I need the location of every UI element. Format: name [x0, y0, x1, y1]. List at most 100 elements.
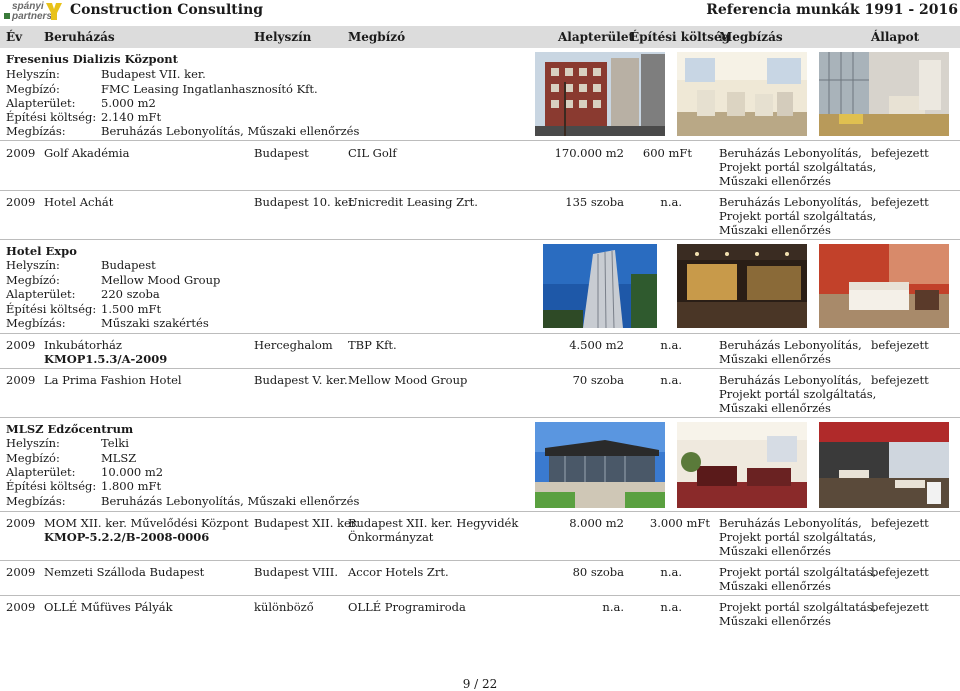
photo-lobby: [819, 52, 949, 136]
value-megbizas: Műszaki szakértés: [101, 316, 209, 330]
logo-dot-icon: [4, 13, 10, 19]
cell-beruhazas: Golf Akadémia: [44, 146, 130, 160]
cell-alapterulet: 70 szoba: [572, 373, 624, 387]
value-megbizas: Beruházás Lebonyolítás, Műszaki ellenőrz…: [101, 494, 360, 508]
divider: [0, 333, 960, 334]
cell-allapot: befejezett: [871, 516, 929, 530]
cell-megbizas-3: Műszaki ellenőrzés: [719, 223, 831, 237]
col-alapterulet: Alapterület: [558, 30, 634, 44]
cell-allapot: befejezett: [871, 373, 929, 387]
label-koltseg: Építési költség:: [6, 302, 97, 316]
cell-alapterulet: 4.500 m2: [569, 338, 624, 352]
value-koltseg: 1.800 mFt: [101, 479, 162, 493]
cell-megbizas-1: Beruházás Lebonyolítás,: [719, 195, 862, 209]
col-megbizo: Megbízó: [348, 30, 406, 44]
cell-alapterulet: 135 szoba: [565, 195, 624, 209]
cell-megbizo: Mellow Mood Group: [348, 373, 468, 387]
col-koltseg: Építési költség: [630, 30, 730, 44]
divider: [0, 595, 960, 596]
divider: [0, 560, 960, 561]
cell-beruhazas: OLLÉ Műfüves Pályák: [44, 600, 173, 614]
photo-clinic-room: [677, 52, 807, 136]
cell-megbizas-3: Műszaki ellenőrzés: [719, 544, 831, 558]
value-koltseg: 1.500 mFt: [101, 302, 162, 316]
page-number: 9 / 22: [462, 677, 498, 691]
cell-allapot: befejezett: [871, 338, 929, 352]
logo-mark-icon: [44, 1, 64, 21]
col-megbizas: Megbízás: [719, 30, 783, 44]
cell-ev: 2009: [6, 146, 36, 160]
value-koltseg: 2.140 mFt: [101, 110, 162, 124]
cell-helyszin: Budapest XII. ker.: [254, 516, 359, 530]
label-megbizo: Megbízó:: [6, 82, 60, 96]
cell-megbizas-3: Műszaki ellenőrzés: [719, 401, 831, 415]
photo-hotel-bar: [677, 244, 807, 328]
cell-helyszin: Budapest V. ker.: [254, 373, 348, 387]
cell-beruhazas: MOM XII. ker. Művelődési Központ: [44, 516, 249, 530]
cell-koltseg: 600 mFt: [642, 146, 692, 160]
col-beruhazas: Beruházás: [44, 30, 115, 44]
cell-allapot: befejezett: [871, 565, 929, 579]
cell-megbizas-1: Beruházás Lebonyolítás,: [719, 373, 862, 387]
value-helyszin: Budapest VII. ker.: [101, 67, 206, 81]
cell-megbizas-2: Műszaki ellenőrzés: [719, 614, 831, 628]
divider: [0, 140, 960, 141]
cell-megbizas-2: Projekt portál szolgáltatás,: [719, 209, 877, 223]
header-right-title: Referencia munkák 1991 - 2016: [706, 2, 958, 18]
cell-helyszin: Budapest VIII.: [254, 565, 339, 579]
cell-allapot: befejezett: [871, 146, 929, 160]
cell-megbizas-1: Projekt portál szolgáltatás,: [719, 565, 877, 579]
cell-megbizas-2: Projekt portál szolgáltatás,: [719, 530, 877, 544]
value-megbizo: Mellow Mood Group: [101, 273, 221, 287]
label-megbizo: Megbízó:: [6, 273, 60, 287]
photo-lounge: [677, 422, 807, 508]
col-ev: Év: [6, 30, 23, 44]
cell-megbizas-2: Műszaki ellenőrzés: [719, 352, 831, 366]
cell-ev: 2009: [6, 338, 36, 352]
cell-ev: 2009: [6, 195, 36, 209]
cell-koltseg: n.a.: [660, 195, 682, 209]
photo-hotel-tower: [543, 244, 657, 328]
label-alapterulet: Alapterület:: [6, 96, 76, 110]
value-megbizo: MLSZ: [101, 451, 137, 465]
col-helyszin: Helyszín: [254, 30, 312, 44]
cell-koltseg: n.a.: [660, 338, 682, 352]
cell-ev: 2009: [6, 600, 36, 614]
value-alapterulet: 10.000 m2: [101, 465, 164, 479]
divider: [0, 239, 960, 240]
cell-allapot: befejezett: [871, 195, 929, 209]
divider: [0, 190, 960, 191]
cell-koltseg: n.a.: [660, 373, 682, 387]
cell-megbizo: CIL Golf: [348, 146, 397, 160]
cell-project-code: KMOP-5.2.2/B-2008-0006: [44, 530, 210, 544]
cell-koltseg: n.a.: [660, 600, 682, 614]
cell-megbizo-line-2: Önkormányzat: [348, 530, 434, 544]
divider: [0, 511, 960, 512]
cell-megbizas-1: Projekt portál szolgáltatás,: [719, 600, 877, 614]
cell-alapterulet: n.a.: [602, 600, 624, 614]
cell-alapterulet: 8.000 m2: [569, 516, 624, 530]
value-megbizo: FMC Leasing Ingatlanhasznosító Kft.: [101, 82, 318, 96]
label-koltseg: Építési költség:: [6, 110, 97, 124]
photo-restaurant: [819, 422, 949, 508]
label-helyszin: Helyszín:: [6, 258, 60, 272]
cell-megbizas-1: Beruházás Lebonyolítás,: [719, 146, 862, 160]
cell-megbizas-3: Műszaki ellenőrzés: [719, 174, 831, 188]
cell-beruhazas: Inkubátorház: [44, 338, 122, 352]
value-helyszin: Budapest: [101, 258, 156, 272]
label-alapterulet: Alapterület:: [6, 465, 76, 479]
photo-hotel-room: [819, 244, 949, 328]
cell-helyszin: Budapest 10. ker.: [254, 195, 357, 209]
label-koltseg: Építési költség:: [6, 479, 97, 493]
label-megbizas: Megbízás:: [6, 316, 66, 330]
value-alapterulet: 5.000 m2: [101, 96, 156, 110]
featured-title: Fresenius Dializis Központ: [6, 52, 178, 66]
cell-helyszin: Budapest: [254, 146, 309, 160]
cell-beruhazas: Hotel Achát: [44, 195, 114, 209]
cell-megbizo: Budapest XII. ker. Hegyvidék: [348, 516, 519, 530]
company-logo: spányi partners: [2, 1, 64, 23]
cell-megbizas-2: Projekt portál szolgáltatás,: [719, 387, 877, 401]
cell-megbizo: Unicredit Leasing Zrt.: [348, 195, 478, 209]
label-helyszin: Helyszín:: [6, 67, 60, 81]
cell-beruhazas: La Prima Fashion Hotel: [44, 373, 182, 387]
